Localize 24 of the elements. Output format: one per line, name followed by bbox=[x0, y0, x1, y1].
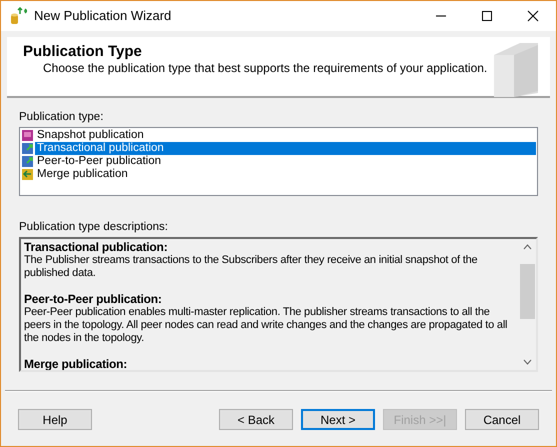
scroll-thumb[interactable] bbox=[520, 264, 535, 319]
list-item[interactable]: Transactional publication bbox=[35, 142, 536, 155]
wizard-button[interactable]: < Back bbox=[219, 409, 293, 430]
page-title: Publication Type bbox=[23, 43, 143, 61]
publication-type-list[interactable]: Snapshot publication Transactional publication Peer-to-Peer publication Merge publication bbox=[19, 127, 538, 196]
wizard-button[interactable]: Help bbox=[18, 409, 92, 430]
window-title: New Publication Wizard bbox=[34, 7, 172, 26]
wizard-button[interactable]: Next > bbox=[301, 409, 375, 430]
section-heading: Peer-to-Peer publication: bbox=[24, 292, 163, 306]
publication-icon bbox=[21, 168, 34, 181]
publication-icon bbox=[21, 155, 34, 168]
description-text: The Publisher streams transactions to the Subscribers after they receive an initial snapshot of the published data. bbox=[24, 254, 478, 280]
page-subtitle: Choose the publication type that best supports the requirements of your application. bbox=[42, 61, 488, 75]
list-item[interactable]: Snapshot publication bbox=[35, 129, 144, 142]
list-item[interactable]: Peer-to-Peer publication bbox=[35, 155, 162, 168]
wizard-button[interactable]: Cancel bbox=[465, 409, 539, 430]
description-text: Peer-Peer publication enables multi-master replication. The publisher streams transactions to all the peers in the topology. All peer nodes can read and write changes and the changes are propagated to all the nodes in the topology. bbox=[24, 306, 508, 345]
publication-icon bbox=[21, 142, 34, 155]
section-heading: Transactional publication: bbox=[24, 240, 168, 254]
field-label: Publication type descriptions: bbox=[19, 220, 169, 234]
field-label: Publication type: bbox=[19, 110, 104, 124]
publication-icon bbox=[21, 129, 34, 142]
list-item[interactable]: Merge publication bbox=[35, 168, 128, 181]
app-icon bbox=[9, 7, 27, 25]
